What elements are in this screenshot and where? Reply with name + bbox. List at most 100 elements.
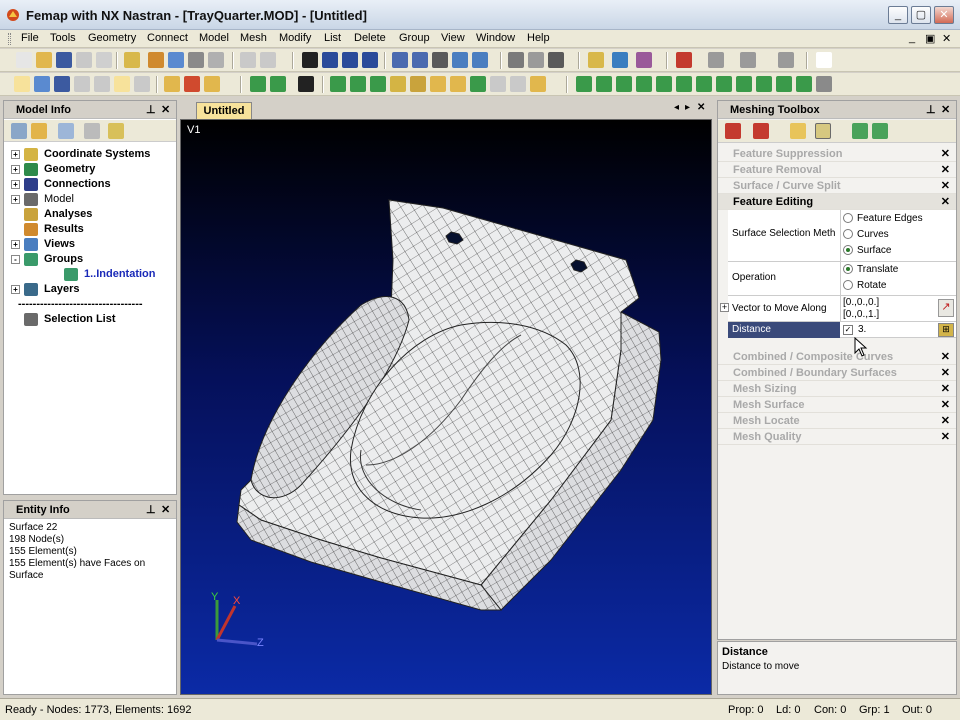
section-combined-composite-curves[interactable]: Combined / Composite Curves ✕ <box>718 349 956 365</box>
deform-icon[interactable] <box>184 76 200 92</box>
view-visibility-icon[interactable] <box>14 76 30 92</box>
mesh-model[interactable]: Y X Z <box>181 120 713 696</box>
line-tool-icon[interactable] <box>470 76 486 92</box>
trim-icon[interactable] <box>696 76 712 92</box>
menu-model[interactable]: Model <box>199 32 229 44</box>
menu-window[interactable]: Window <box>476 32 515 44</box>
view-options-icon[interactable] <box>452 52 468 68</box>
pick-icon[interactable] <box>708 52 724 68</box>
remove-section-icon[interactable]: ✕ <box>941 398 950 411</box>
section-feature-suppression[interactable]: Feature Suppression ✕ <box>718 146 956 162</box>
mdi-minimize-button[interactable]: _ <box>909 32 915 44</box>
zoom-out-icon[interactable] <box>412 52 428 68</box>
radio-curves[interactable]: Curves <box>843 229 889 240</box>
mdi-restore-button[interactable]: ▣ <box>925 32 935 45</box>
remove-section-icon[interactable]: ✕ <box>941 179 950 192</box>
solid-tool-icon[interactable] <box>636 76 652 92</box>
postprocess-icon[interactable] <box>636 52 652 68</box>
vector-value-base[interactable]: [0.,0.,0.] <box>843 297 879 308</box>
entity-editor-icon[interactable] <box>148 52 164 68</box>
tab-untitled[interactable]: Untitled <box>196 102 252 119</box>
redo-icon[interactable] <box>260 52 276 68</box>
section-mesh-surface[interactable]: Mesh Surface ✕ <box>718 397 956 413</box>
solid-icon[interactable] <box>54 76 70 92</box>
mesh-icon[interactable] <box>250 76 266 92</box>
geometry-tool-icon[interactable] <box>576 76 592 92</box>
workplane-icon[interactable] <box>778 52 794 68</box>
toolbox-up-icon[interactable] <box>852 123 868 139</box>
tab-scroll-left-icon[interactable]: ◂ <box>674 102 679 113</box>
menu-tools[interactable]: Tools <box>50 32 76 44</box>
radio-feature-edges[interactable]: Feature Edges <box>843 213 923 224</box>
mdi-close-button[interactable]: ✕ <box>942 32 951 45</box>
menu-geometry[interactable]: Geometry <box>88 32 136 44</box>
toolbox-down-icon[interactable] <box>872 123 888 139</box>
open-icon[interactable] <box>36 52 52 68</box>
paste-icon[interactable] <box>124 52 140 68</box>
toolbox-remove-icon[interactable] <box>753 123 769 139</box>
remove-section-icon[interactable]: ✕ <box>941 430 950 443</box>
messages-icon[interactable] <box>188 52 204 68</box>
toolbox-open-icon[interactable] <box>725 123 741 139</box>
wireframe-icon[interactable] <box>74 76 90 92</box>
section-mesh-locate[interactable]: Mesh Locate ✕ <box>718 413 956 429</box>
model-info-tool-icon[interactable] <box>11 123 27 139</box>
remove-section-icon[interactable]: ✕ <box>941 366 950 379</box>
remove-section-icon[interactable]: ✕ <box>941 163 950 176</box>
check-icon[interactable] <box>430 76 446 92</box>
boolean-icon[interactable] <box>656 76 672 92</box>
pin-icon[interactable]: ⊥ <box>926 103 936 116</box>
expand-icon[interactable]: + <box>11 165 20 174</box>
menu-list[interactable]: List <box>324 32 341 44</box>
remove-section-icon[interactable]: ✕ <box>941 147 950 160</box>
expand-icon[interactable]: + <box>11 150 20 159</box>
mesh-toolbox-icon[interactable] <box>370 76 386 92</box>
menu-group[interactable]: Group <box>399 32 430 44</box>
zoom-icon[interactable] <box>342 52 358 68</box>
pan-icon[interactable] <box>302 52 318 68</box>
api-icon[interactable] <box>208 52 224 68</box>
expand-icon[interactable]: + <box>11 195 20 204</box>
zoom-in-icon[interactable] <box>392 52 408 68</box>
measure-icon[interactable]: ⊞ <box>938 323 954 337</box>
filter-icon[interactable] <box>58 123 74 139</box>
magnify-icon[interactable] <box>362 52 378 68</box>
close-icon[interactable]: ✕ <box>941 103 950 116</box>
copy-icon[interactable] <box>96 52 112 68</box>
text-icon[interactable] <box>390 76 406 92</box>
radio-translate[interactable]: Translate <box>843 264 898 275</box>
remove-section-icon[interactable]: ✕ <box>941 195 950 208</box>
remove-section-icon[interactable]: ✕ <box>941 414 950 427</box>
revolve-icon[interactable] <box>736 76 752 92</box>
query-icon[interactable] <box>740 52 756 68</box>
collapse-icon[interactable]: - <box>11 255 20 264</box>
close-button[interactable]: ✕ <box>934 6 954 24</box>
node-number-icon[interactable] <box>298 76 314 92</box>
marker-icon[interactable] <box>530 76 546 92</box>
pin-icon[interactable]: ⊥ <box>146 503 156 516</box>
close-icon[interactable]: ✕ <box>161 103 170 116</box>
stitch-icon[interactable] <box>796 76 812 92</box>
new-icon[interactable] <box>16 52 32 68</box>
entity-select-icon[interactable] <box>548 52 564 68</box>
view-style-icon[interactable] <box>816 52 832 68</box>
extrude-icon[interactable] <box>716 76 732 92</box>
graphics-viewport[interactable]: V1 Y X Z <box>180 119 712 695</box>
render-icon[interactable] <box>34 76 50 92</box>
section-mesh-quality[interactable]: Mesh Quality ✕ <box>718 429 956 445</box>
grid-icon[interactable] <box>490 76 506 92</box>
distance-checkbox[interactable]: ✓ <box>843 325 853 335</box>
layers-icon[interactable] <box>508 52 524 68</box>
distance-value[interactable]: 3. <box>858 324 866 335</box>
section-surface-curve-split[interactable]: Surface / Curve Split ✕ <box>718 178 956 194</box>
radio-rotate[interactable]: Rotate <box>843 280 886 291</box>
tab-close-icon[interactable]: ✕ <box>697 102 705 113</box>
minimize-button[interactable]: _ <box>888 6 908 24</box>
menu-connect[interactable]: Connect <box>147 32 188 44</box>
curve-tool-icon[interactable] <box>596 76 612 92</box>
pin-icon[interactable]: ⊥ <box>146 103 156 116</box>
vector-value-tip[interactable]: [0.,0.,1.] <box>843 309 879 320</box>
menu-help[interactable]: Help <box>527 32 550 44</box>
expand-icon[interactable]: + <box>11 180 20 189</box>
expand-icon[interactable]: + <box>11 240 20 249</box>
